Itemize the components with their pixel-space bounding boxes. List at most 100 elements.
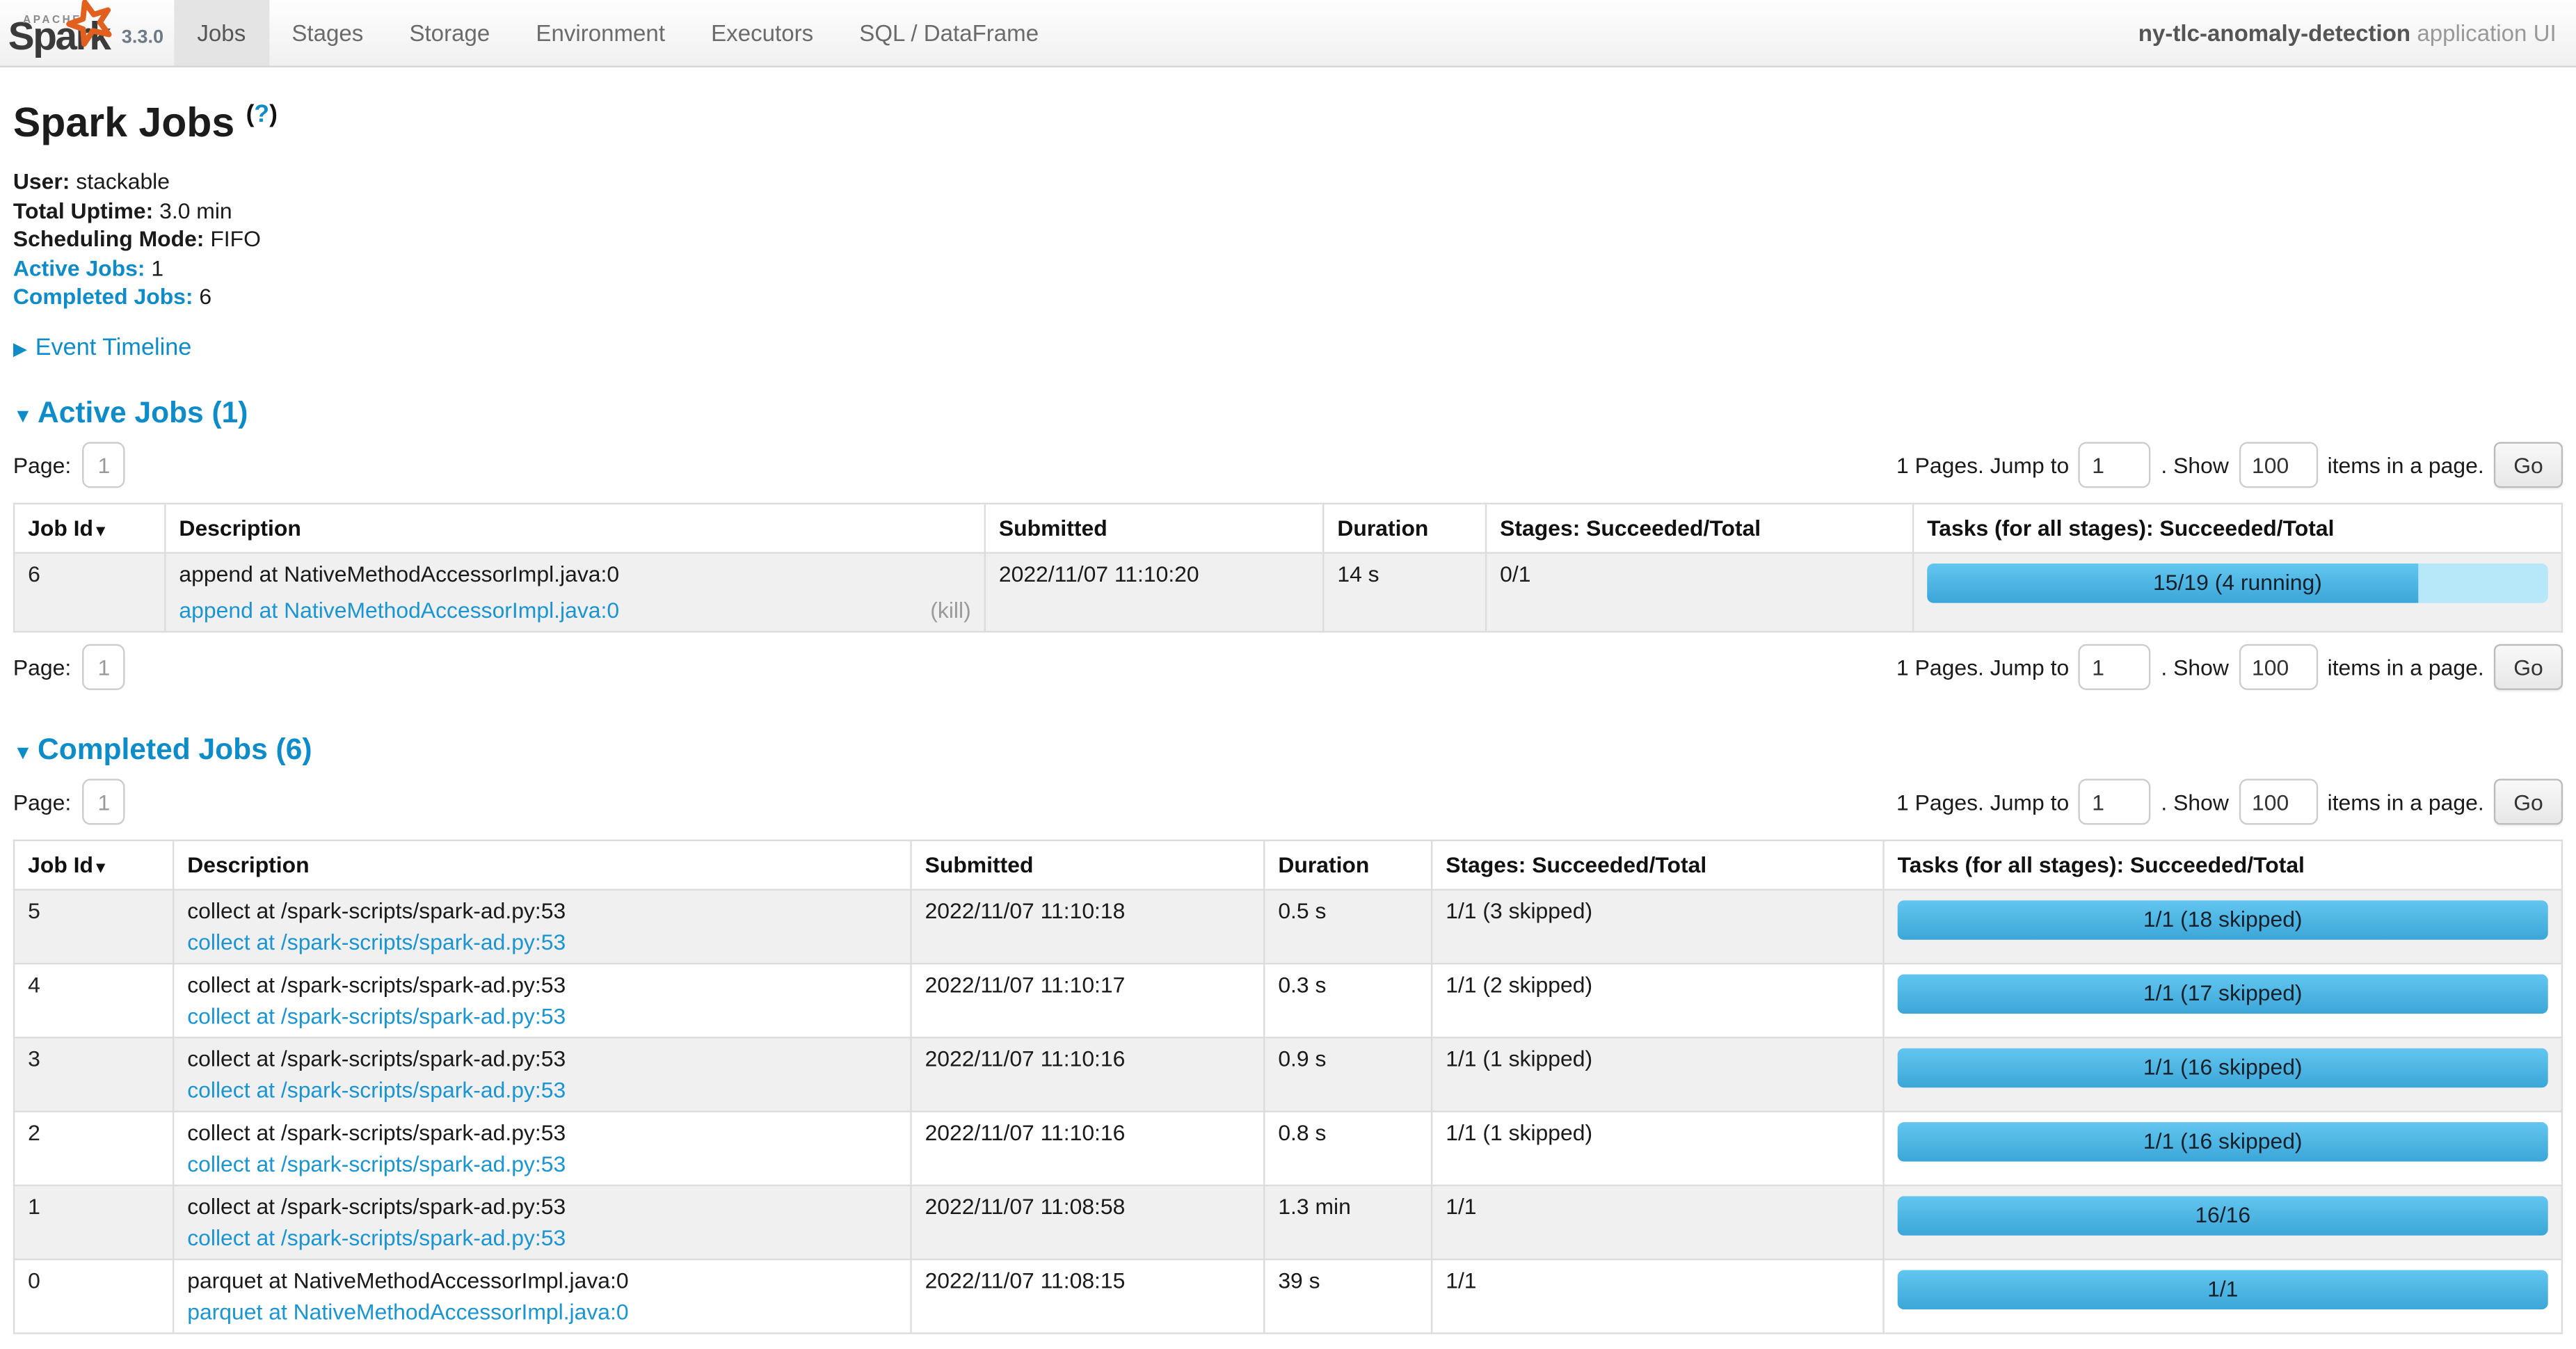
- description-cell: collect at /spark-scripts/spark-ad.py:53…: [173, 890, 911, 964]
- stages-cell: 1/1 (1 skipped): [1432, 1037, 1883, 1111]
- duration-cell: 39 s: [1264, 1259, 1432, 1333]
- submitted-cell: 2022/11/07 11:10:17: [911, 964, 1265, 1037]
- page-input: [83, 644, 125, 690]
- stages-cell: 1/1 (1 skipped): [1432, 1112, 1883, 1186]
- page-input: [83, 779, 125, 824]
- job-summary: User: stackable Total Uptime: 3.0 min Sc…: [13, 171, 2563, 308]
- tab-jobs[interactable]: Jobs: [174, 0, 269, 65]
- col-stages[interactable]: Stages: Succeeded/Total: [1486, 504, 1913, 553]
- description-link[interactable]: collect at /spark-scripts/spark-ad.py:53: [187, 1078, 566, 1102]
- col-job-id[interactable]: Job Id▾: [14, 504, 165, 553]
- tab-sql-dataframe[interactable]: SQL / DataFrame: [836, 0, 1062, 65]
- description-cell: append at NativeMethodAccessorImpl.java:…: [165, 553, 984, 632]
- progress-label: 1/1 (16 skipped): [1898, 1122, 2548, 1162]
- stages-cell: 1/1: [1432, 1186, 1883, 1259]
- tasks-cell: 1/1 (16 skipped): [1884, 1112, 2562, 1186]
- sort-desc-icon: ▾: [97, 522, 105, 541]
- table-row: 6 append at NativeMethodAccessorImpl.jav…: [14, 553, 2562, 632]
- description-cell: collect at /spark-scripts/spark-ad.py:53…: [173, 1186, 911, 1259]
- col-submitted[interactable]: Submitted: [911, 840, 1265, 890]
- col-duration[interactable]: Duration: [1264, 840, 1432, 890]
- pages-text: 1 Pages. Jump to: [1896, 453, 2069, 477]
- jump-to-input[interactable]: [2079, 442, 2151, 488]
- app-name: ny-tlc-anomaly-detection: [2138, 19, 2410, 46]
- col-submitted[interactable]: Submitted: [985, 504, 1323, 553]
- description-link[interactable]: append at NativeMethodAccessorImpl.java:…: [179, 598, 619, 623]
- jump-to-input[interactable]: [2079, 644, 2151, 690]
- summary-uptime: Total Uptime: 3.0 min: [13, 200, 2563, 221]
- page-label: Page:: [13, 453, 71, 477]
- progress-bar: 1/1 (16 skipped): [1898, 1048, 2548, 1088]
- pagination-active-top: Page: 1 Pages. Jump to . Show items in a…: [13, 442, 2563, 488]
- stages-cell: 1/1: [1432, 1259, 1883, 1333]
- submitted-cell: 2022/11/07 11:10:18: [911, 890, 1265, 964]
- items-text: items in a page.: [2328, 453, 2484, 477]
- description-link[interactable]: collect at /spark-scripts/spark-ad.py:53: [187, 1226, 566, 1250]
- duration-cell: 14 s: [1323, 553, 1486, 632]
- progress-bar: 1/1 (17 skipped): [1898, 974, 2548, 1014]
- description-link[interactable]: collect at /spark-scripts/spark-ad.py:53: [187, 1004, 566, 1028]
- tasks-cell: 1/1 (18 skipped): [1884, 890, 2562, 964]
- progress-label: 1/1 (18 skipped): [1898, 900, 2548, 940]
- spark-logo[interactable]: Spark APACHE 3.3.0: [0, 0, 174, 65]
- tasks-cell: 1/1: [1884, 1259, 2562, 1333]
- summary-active-jobs: Active Jobs: 1: [13, 257, 2563, 279]
- col-description[interactable]: Description: [165, 504, 984, 553]
- col-tasks[interactable]: Tasks (for all stages): Succeeded/Total: [1884, 840, 2562, 890]
- kill-link[interactable]: (kill): [930, 598, 970, 623]
- progress-bar: 1/1 (16 skipped): [1898, 1122, 2548, 1162]
- completed-jobs-table: Job Id▾ Description Submitted Duration S…: [13, 840, 2563, 1334]
- duration-cell: 0.9 s: [1264, 1037, 1432, 1111]
- col-duration[interactable]: Duration: [1323, 504, 1486, 553]
- job-id-cell: 2: [14, 1112, 173, 1186]
- summary-user: User: stackable: [13, 171, 2563, 193]
- tasks-cell: 15/19 (4 running): [1913, 553, 2562, 632]
- description-link[interactable]: collect at /spark-scripts/spark-ad.py:53: [187, 1151, 566, 1176]
- table-row: 1 collect at /spark-scripts/spark-ad.py:…: [14, 1186, 2562, 1259]
- show-text: . Show: [2161, 790, 2228, 814]
- spark-star-icon: [63, 0, 118, 61]
- submitted-cell: 2022/11/07 11:08:15: [911, 1259, 1265, 1333]
- col-job-id[interactable]: Job Id▾: [14, 840, 173, 890]
- show-items-input[interactable]: [2239, 442, 2317, 488]
- col-description[interactable]: Description: [173, 840, 911, 890]
- tab-storage[interactable]: Storage: [386, 0, 513, 65]
- page-input: [83, 442, 125, 488]
- col-tasks[interactable]: Tasks (for all stages): Succeeded/Total: [1913, 504, 2562, 553]
- duration-cell: 0.3 s: [1264, 964, 1432, 1037]
- show-items-input[interactable]: [2239, 644, 2317, 690]
- progress-bar: 1/1: [1898, 1270, 2548, 1310]
- job-id-cell: 1: [14, 1186, 173, 1259]
- go-button[interactable]: Go: [2494, 779, 2563, 824]
- tab-executors[interactable]: Executors: [688, 0, 836, 65]
- progress-bar: 1/1 (18 skipped): [1898, 900, 2548, 940]
- tab-stages[interactable]: Stages: [269, 0, 386, 65]
- completed-jobs-heading[interactable]: ▼Completed Jobs (6): [13, 733, 2563, 767]
- description-link[interactable]: parquet at NativeMethodAccessorImpl.java…: [187, 1300, 628, 1324]
- progress-label: 1/1 (17 skipped): [1898, 974, 2548, 1014]
- jump-to-input[interactable]: [2079, 779, 2151, 824]
- go-button[interactable]: Go: [2494, 442, 2563, 488]
- show-items-input[interactable]: [2239, 779, 2317, 824]
- description-link[interactable]: collect at /spark-scripts/spark-ad.py:53: [187, 930, 566, 955]
- help-link[interactable]: (?): [246, 100, 278, 128]
- go-button[interactable]: Go: [2494, 644, 2563, 690]
- completed-jobs-link[interactable]: Completed Jobs:: [13, 285, 193, 309]
- show-text: . Show: [2161, 453, 2228, 477]
- tab-environment[interactable]: Environment: [513, 0, 688, 65]
- active-jobs-link[interactable]: Active Jobs:: [13, 255, 145, 280]
- progress-bar: 15/19 (4 running): [1927, 564, 2548, 603]
- navbar: Spark APACHE 3.3.0 Jobs Stages Storage E…: [0, 0, 2576, 67]
- event-timeline-toggle[interactable]: ▶Event Timeline: [13, 335, 2563, 362]
- sort-desc-icon: ▾: [97, 859, 105, 877]
- tasks-cell: 1/1 (16 skipped): [1884, 1037, 2562, 1111]
- active-jobs-heading[interactable]: ▼Active Jobs (1): [13, 396, 2563, 431]
- pages-text: 1 Pages. Jump to: [1896, 790, 2069, 814]
- stages-cell: 0/1: [1486, 553, 1913, 632]
- col-stages[interactable]: Stages: Succeeded/Total: [1432, 840, 1883, 890]
- progress-bar: 16/16: [1898, 1196, 2548, 1236]
- progress-label: 15/19 (4 running): [1927, 564, 2548, 603]
- summary-scheduling-mode: Scheduling Mode: FIFO: [13, 228, 2563, 250]
- progress-label: 1/1: [1898, 1270, 2548, 1310]
- job-id-cell: 6: [14, 553, 165, 632]
